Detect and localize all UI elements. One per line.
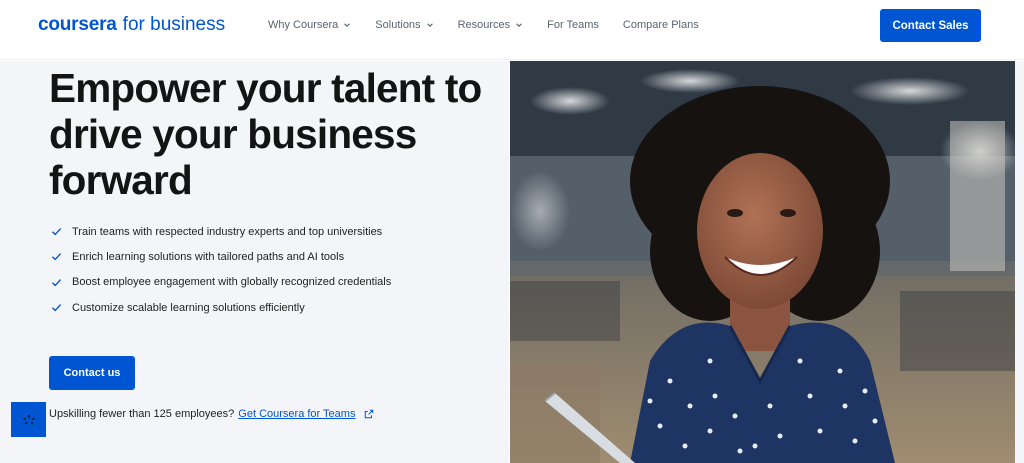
contact-us-button[interactable]: Contact us xyxy=(49,356,135,390)
nav-label: For Teams xyxy=(547,19,599,31)
hero-photo-smiling-woman xyxy=(510,61,1015,463)
nav-for-teams[interactable]: For Teams xyxy=(547,19,599,31)
check-icon xyxy=(51,304,62,312)
check-icon xyxy=(51,278,62,287)
coursera-for-business-logo[interactable]: coursera for business xyxy=(38,15,225,34)
benefit-text: Customize scalable learning solutions ef… xyxy=(72,301,305,314)
benefit-text: Train teams with respected industry expe… xyxy=(72,225,383,238)
chat-widget-icon xyxy=(22,414,35,425)
contact-sales-button[interactable]: Contact Sales xyxy=(880,9,981,42)
chevron-down-icon xyxy=(344,23,351,27)
benefit-text: Boost employee engagement with globally … xyxy=(72,276,392,289)
chevron-down-icon xyxy=(516,23,522,27)
teams-prompt-line: Upskilling fewer than 125 employees? Get… xyxy=(49,408,374,420)
nav-compare-plans[interactable]: Compare Plans xyxy=(623,19,699,31)
chat-widget-button[interactable] xyxy=(11,402,46,437)
teams-prompt-text: Upskilling fewer than 125 employees? xyxy=(49,408,235,420)
benefit-item: Enrich learning solutions with tailored … xyxy=(51,244,391,269)
external-link-icon[interactable] xyxy=(364,409,374,419)
nav-resources[interactable]: Resources xyxy=(458,19,524,31)
nav-label: Resources xyxy=(457,19,511,31)
check-icon xyxy=(51,228,62,236)
page-right-margin xyxy=(1015,61,1024,463)
nav-label: Compare Plans xyxy=(622,19,699,31)
nav-label: Solutions xyxy=(375,19,421,31)
site-header: coursera for business Why Coursera Solut… xyxy=(0,0,1024,60)
hero-headline: Empower your talent to drive your busine… xyxy=(49,65,482,203)
nav-label: Why Coursera xyxy=(268,19,339,31)
benefit-item: Boost employee engagement with globally … xyxy=(51,270,391,295)
main-nav: Why Coursera Solutions Resources For Tea… xyxy=(268,19,699,31)
logo-brand: coursera xyxy=(38,14,117,35)
benefit-text: Enrich learning solutions with tailored … xyxy=(72,250,345,263)
nav-why-coursera[interactable]: Why Coursera xyxy=(268,19,351,31)
logo-suffix: for business xyxy=(122,14,226,35)
check-icon xyxy=(51,253,62,261)
benefit-item: Customize scalable learning solutions ef… xyxy=(51,295,391,320)
nav-solutions[interactable]: Solutions xyxy=(375,19,433,31)
chevron-down-icon xyxy=(426,23,433,27)
benefit-item: Train teams with respected industry expe… xyxy=(51,219,391,244)
benefit-list: Train teams with respected industry expe… xyxy=(51,219,391,320)
hero-section: Empower your talent to drive your busine… xyxy=(0,61,509,463)
get-coursera-for-teams-link[interactable]: Get Coursera for Teams xyxy=(238,408,355,420)
